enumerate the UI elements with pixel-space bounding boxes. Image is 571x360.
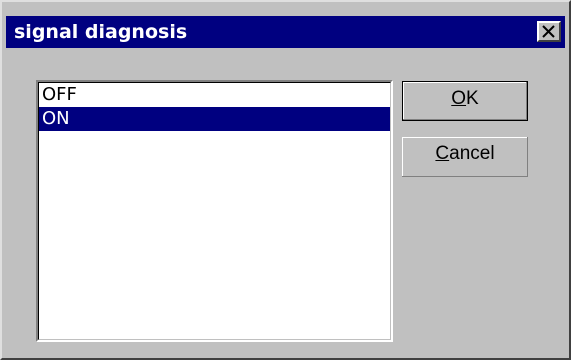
signal-listbox[interactable]: OFF ON — [36, 80, 393, 342]
close-x-icon — [542, 25, 555, 38]
listbox-content: OFF ON — [38, 82, 391, 340]
ok-button-label: OK — [451, 88, 479, 109]
cancel-button[interactable]: Cancel — [402, 137, 528, 177]
window-title: signal diagnosis — [14, 21, 188, 43]
cancel-button-label: Cancel — [435, 143, 495, 164]
dialog-window: signal diagnosis OFF ON OK Cancel — [0, 0, 571, 360]
title-bar: signal diagnosis — [6, 16, 565, 48]
list-item-off[interactable]: OFF — [39, 83, 390, 107]
list-item-on[interactable]: ON — [39, 107, 390, 131]
close-button[interactable] — [537, 21, 561, 42]
ok-button[interactable]: OK — [402, 81, 528, 121]
